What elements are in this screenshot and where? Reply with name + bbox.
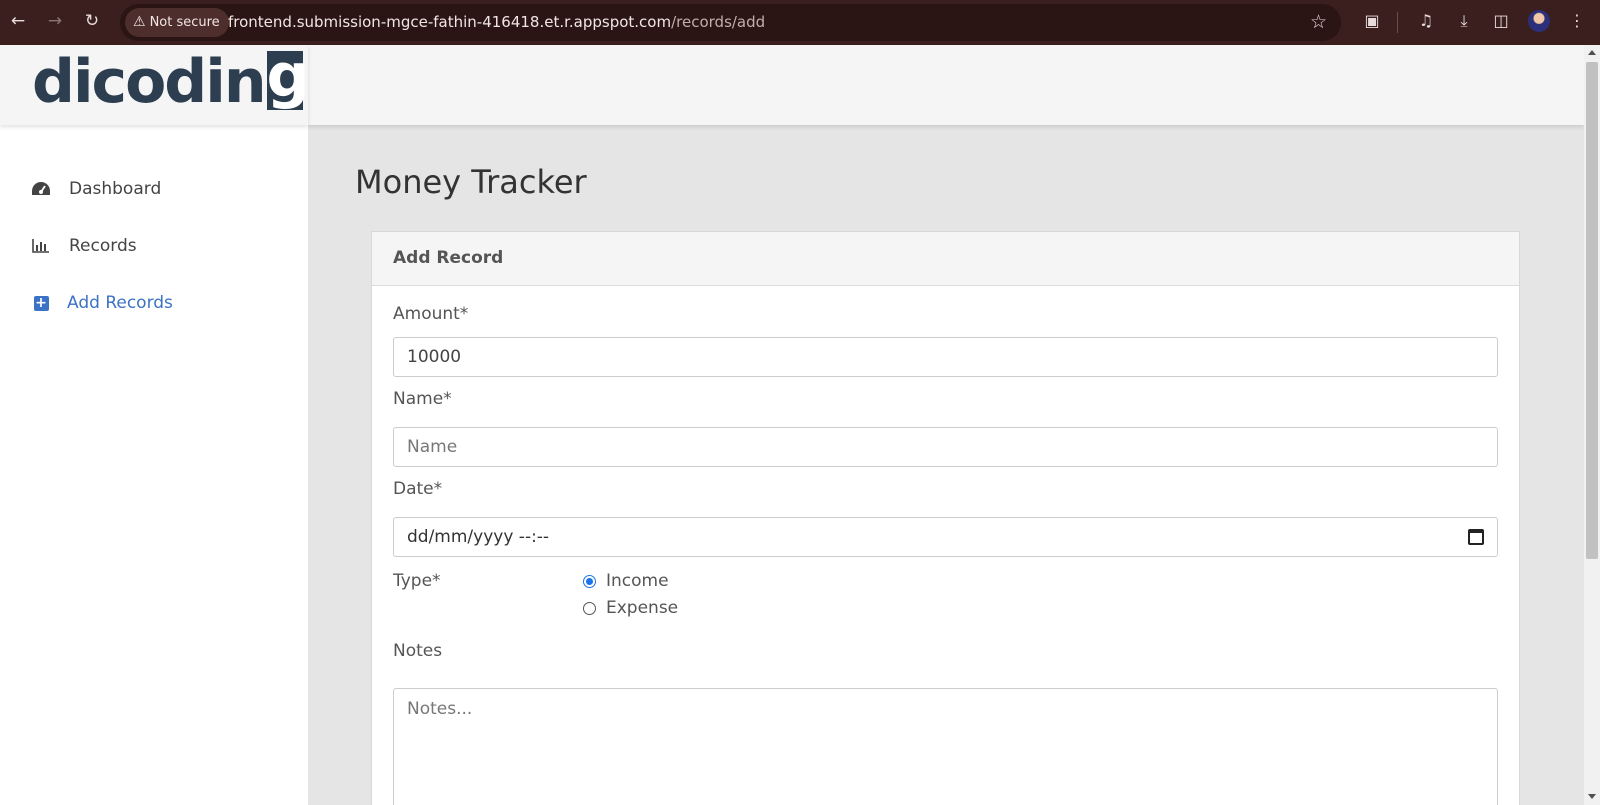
security-label: Not secure bbox=[149, 15, 220, 30]
browser-toolbar: ← → ↻ ⚠ Not secure frontend.submission-mg… bbox=[0, 0, 1600, 45]
type-option-expense[interactable]: Expense bbox=[583, 596, 678, 620]
dicoding-logo[interactable]: dicoding bbox=[32, 41, 310, 113]
type-label: Type* bbox=[393, 571, 441, 591]
download-icon[interactable]: ⤓ bbox=[1453, 10, 1475, 32]
logo-area: dicoding bbox=[0, 41, 310, 125]
security-chip[interactable]: ⚠ Not secure bbox=[125, 8, 229, 37]
scroll-down-icon[interactable] bbox=[1588, 794, 1596, 799]
forward-icon[interactable]: → bbox=[43, 9, 67, 33]
logo-boxed-letter: g bbox=[266, 41, 310, 111]
name-label: Name* bbox=[393, 389, 452, 409]
date-placeholder: dd/mm/yyyy --:-- bbox=[407, 527, 550, 547]
sidepanel-icon[interactable]: ◫ bbox=[1490, 10, 1512, 32]
type-option-income[interactable]: Income bbox=[583, 569, 669, 593]
star-icon[interactable]: ☆ bbox=[1310, 11, 1327, 33]
income-radio[interactable] bbox=[583, 574, 596, 588]
profile-avatar[interactable] bbox=[1528, 10, 1550, 32]
date-label: Date* bbox=[393, 479, 443, 499]
name-input[interactable] bbox=[393, 427, 1498, 467]
amount-input[interactable] bbox=[393, 337, 1498, 377]
sidebar-item-label: Dashboard bbox=[69, 179, 162, 199]
scroll-up-icon[interactable] bbox=[1588, 50, 1596, 55]
bar-chart-icon bbox=[30, 235, 52, 257]
sidebar-item-dashboard[interactable]: Dashboard bbox=[30, 175, 161, 203]
logo-text: dicodin bbox=[32, 47, 267, 117]
income-label: Income bbox=[606, 571, 669, 591]
card-title: Add Record bbox=[372, 232, 1519, 286]
calendar-icon[interactable] bbox=[1468, 529, 1484, 545]
warning-icon: ⚠ bbox=[133, 14, 146, 30]
plus-square-icon: + bbox=[33, 294, 49, 311]
date-input[interactable]: dd/mm/yyyy --:-- bbox=[393, 517, 1498, 557]
scroll-thumb[interactable] bbox=[1586, 62, 1598, 559]
sidebar-item-add-records[interactable]: + Add Records bbox=[30, 289, 173, 317]
page-scrollbar[interactable] bbox=[1584, 45, 1600, 805]
url-path: /records/add bbox=[671, 13, 766, 31]
sidebar: Dashboard Records + Add Records bbox=[0, 125, 308, 805]
reload-icon[interactable]: ↻ bbox=[80, 9, 104, 33]
notes-textarea[interactable] bbox=[393, 688, 1498, 805]
notes-label: Notes bbox=[393, 641, 443, 661]
sidebar-item-label: Add Records bbox=[67, 293, 173, 313]
sidebar-item-records[interactable]: Records bbox=[30, 232, 137, 260]
toolbar-divider bbox=[1397, 12, 1398, 33]
page-title: Money Tracker bbox=[355, 163, 587, 201]
back-icon[interactable]: ← bbox=[6, 9, 30, 33]
expense-label: Expense bbox=[606, 598, 679, 618]
add-record-card: Add Record Amount* Name* Date* dd/mm/yyy… bbox=[371, 231, 1520, 805]
sidebar-item-label: Records bbox=[69, 236, 137, 256]
dashboard-icon bbox=[30, 178, 52, 200]
amount-label: Amount* bbox=[393, 304, 469, 324]
menu-icon[interactable]: ⋮ bbox=[1566, 10, 1588, 32]
url-text[interactable]: frontend.submission-mgce-fathin-416418.e… bbox=[228, 4, 765, 41]
url-host: frontend.submission-mgce-fathin-416418.e… bbox=[228, 13, 672, 31]
address-bar[interactable]: ⚠ Not secure frontend.submission-mgce-fat… bbox=[120, 4, 1341, 41]
expense-radio[interactable] bbox=[583, 601, 596, 615]
extensions-icon[interactable]: ▣ bbox=[1361, 10, 1383, 32]
top-bar bbox=[308, 45, 1584, 125]
media-icon[interactable]: ♫ bbox=[1415, 10, 1437, 32]
